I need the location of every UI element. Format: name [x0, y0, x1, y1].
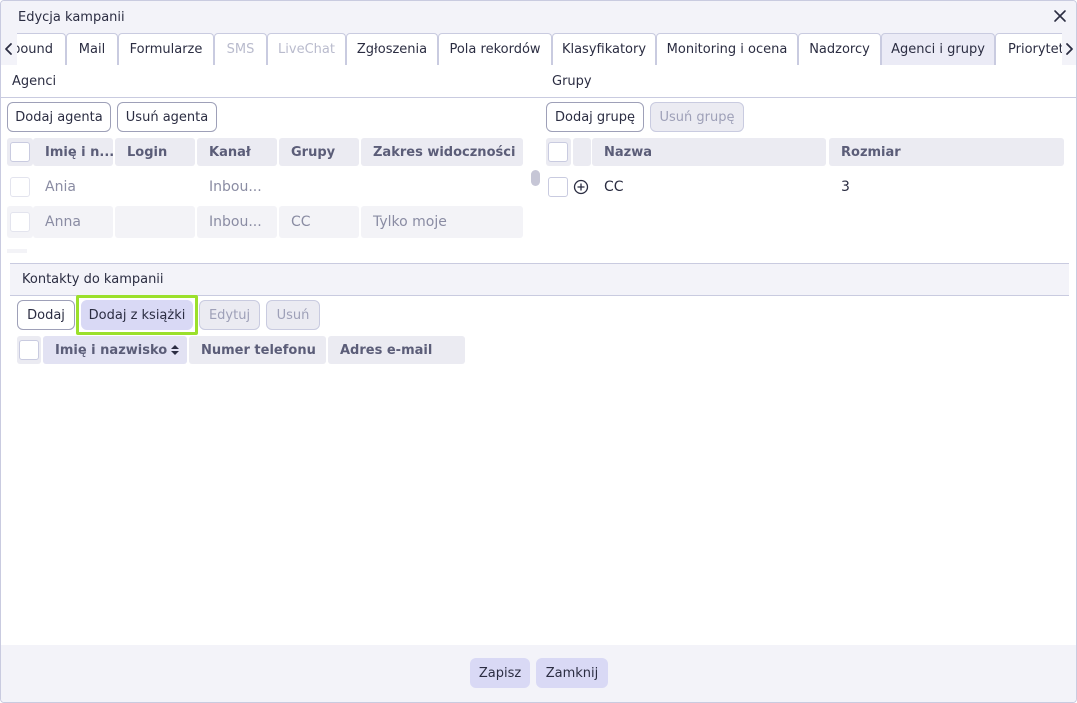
tab-classifiers[interactable]: Klasyfikatory: [552, 33, 656, 65]
dialog-footer: Zapisz Zamknij: [1, 645, 1076, 702]
agents-select-all-header: [7, 138, 33, 166]
dialog-titlebar: Edycja kampanii: [1, 1, 1076, 33]
add-contact-button[interactable]: Dodaj: [17, 300, 75, 330]
agent-groups-cell: CC: [279, 206, 359, 238]
tab-supervisors[interactable]: Nadzorcy: [798, 33, 881, 65]
agent-channel-cell: Inbou...: [197, 206, 277, 238]
agent-login-cell: [115, 206, 195, 238]
groups-select-all-checkbox[interactable]: [548, 142, 568, 162]
add-group-button[interactable]: Dodaj grupę: [546, 102, 644, 132]
add-agent-button[interactable]: Dodaj agenta: [7, 102, 111, 132]
agent-login-cell: [115, 171, 195, 203]
tab-livechat[interactable]: LiveChat: [267, 33, 346, 65]
group-row-checkbox[interactable]: [548, 177, 568, 197]
tabs-scroll-right-icon[interactable]: [1062, 33, 1076, 65]
save-button[interactable]: Zapisz: [470, 658, 530, 688]
expand-plus-icon[interactable]: [573, 179, 589, 195]
tabs-scroll-left-icon[interactable]: [1, 33, 17, 65]
close-icon[interactable]: [1050, 6, 1070, 26]
tab-list: bound Mail Formularze SMS LiveChat Zgłos…: [1, 33, 1076, 65]
agents-divider: [1, 97, 539, 98]
agents-col-name[interactable]: Imię i n...: [33, 138, 113, 166]
contacts-select-all-checkbox[interactable]: [19, 340, 39, 360]
tab-mail[interactable]: Mail: [66, 33, 118, 65]
agents-section-title: Agenci: [12, 73, 57, 89]
groups-col-name[interactable]: Nazwa: [592, 138, 826, 166]
tabs-bar: bound Mail Formularze SMS LiveChat Zgłos…: [1, 33, 1076, 65]
agents-scrollbar[interactable]: [531, 170, 540, 186]
contacts-section-title: Kontakty do kampanii: [22, 272, 164, 287]
groups-divider: [539, 97, 1076, 98]
group-name-cell: CC: [604, 179, 624, 195]
edit-campaign-dialog: Edycja kampanii bound Mail Formularze SM…: [0, 0, 1077, 703]
tab-forms[interactable]: Formularze: [118, 33, 214, 65]
agents-col-scope[interactable]: Zakres widoczności: [361, 138, 523, 166]
agents-select-all-checkbox[interactable]: [10, 142, 30, 162]
contacts-col-phone[interactable]: Numer telefonu: [189, 336, 326, 364]
agent-scope-cell: Tylko moje: [361, 206, 523, 238]
contacts-section-header: Kontakty do kampanii: [10, 263, 1069, 296]
tab-agents-groups[interactable]: Agenci i grupy: [881, 33, 995, 65]
add-from-book-button[interactable]: Dodaj z książki: [81, 300, 193, 330]
agent-name-cell: Ania: [45, 179, 76, 195]
groups-expand-col: [573, 138, 591, 166]
agent-row-checkbox[interactable]: [10, 212, 30, 232]
agent-scope-cell: [361, 171, 523, 203]
tab-monitoring[interactable]: Monitoring i ocena: [656, 33, 798, 65]
remove-contact-button[interactable]: Usuń: [266, 300, 320, 330]
contacts-col-email[interactable]: Adres e-mail: [328, 336, 465, 364]
contacts-col-name[interactable]: Imię i nazwisko: [43, 336, 187, 364]
agents-col-channel[interactable]: Kanał: [197, 138, 277, 166]
agent-row-checkbox[interactable]: [10, 177, 30, 197]
remove-agent-button[interactable]: Usuń agenta: [117, 102, 217, 132]
groups-select-all-header: [546, 138, 571, 166]
groups-section-title: Grupy: [552, 73, 592, 89]
agent-groups-cell: [279, 171, 359, 203]
agents-col-login[interactable]: Login: [115, 138, 195, 166]
tab-tickets[interactable]: Zgłoszenia: [346, 33, 438, 65]
tab-record-fields[interactable]: Pola rekordów: [438, 33, 552, 65]
dialog-title: Edycja kampanii: [18, 10, 125, 25]
agent-channel-cell: Inbou...: [209, 179, 262, 195]
agent-row-checkbox-cell: [7, 206, 33, 238]
sort-icon[interactable]: [171, 345, 180, 355]
remove-group-button[interactable]: Usuń grupę: [650, 102, 744, 132]
contacts-select-all-header: [17, 336, 41, 364]
agent-name-cell: Anna: [33, 206, 113, 238]
close-button[interactable]: Zamknij: [536, 658, 608, 688]
agents-col-groups[interactable]: Grupy: [279, 138, 359, 166]
contacts-col-name-label: Imię i nazwisko: [55, 342, 168, 358]
agents-next-row-peek: [7, 249, 27, 253]
edit-contact-button[interactable]: Edytuj: [199, 300, 260, 330]
group-size-cell: 3: [841, 179, 850, 195]
tab-sms[interactable]: SMS: [214, 33, 267, 65]
groups-col-size[interactable]: Rozmiar: [829, 138, 1064, 166]
